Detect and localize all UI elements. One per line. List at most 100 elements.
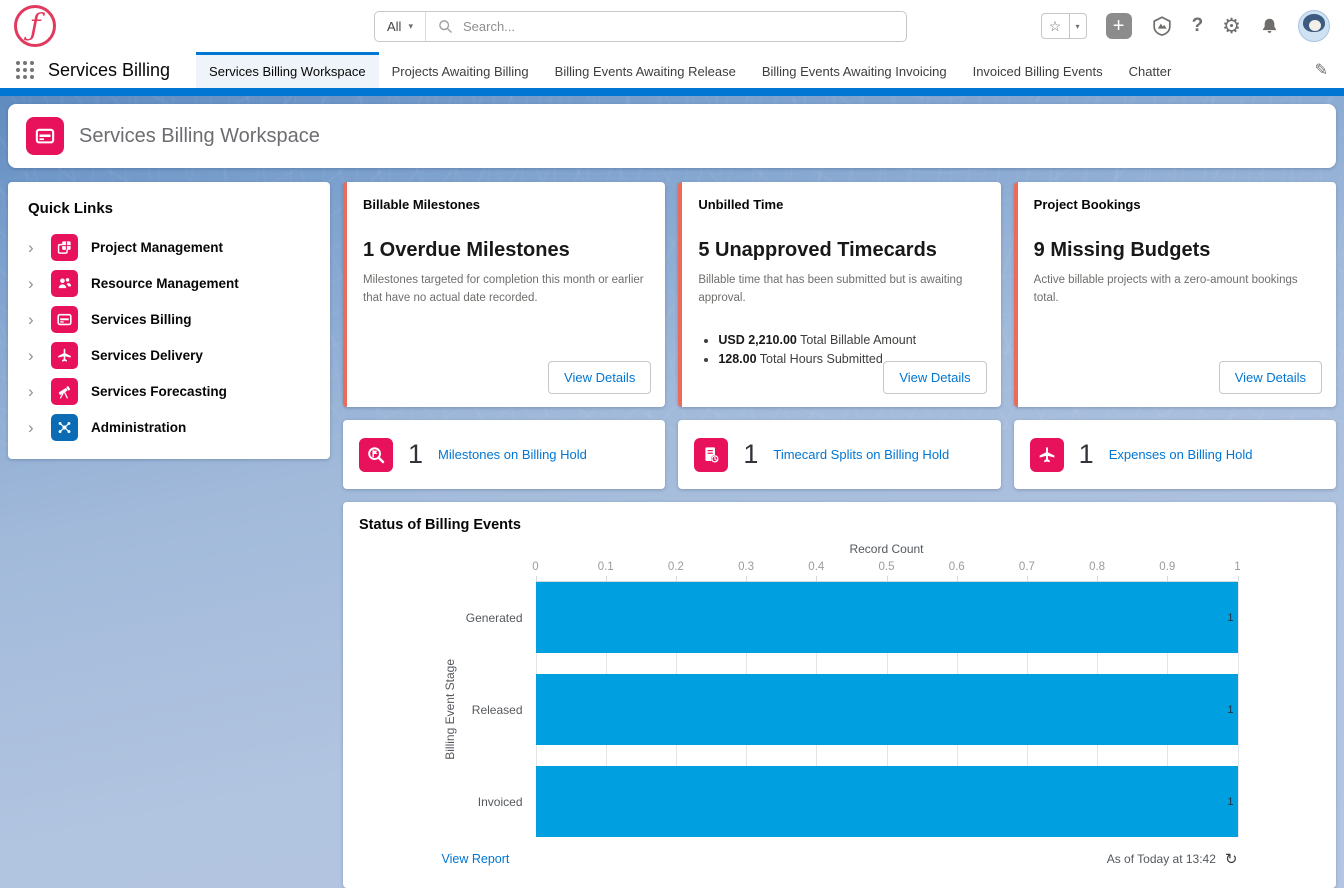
- nav-tabs: Services Billing Workspace Projects Awai…: [196, 52, 1184, 88]
- tab-invoiced-billing-events[interactable]: Invoiced Billing Events: [960, 52, 1116, 88]
- bar-released[interactable]: 1: [536, 674, 1238, 745]
- x-tick-mark: [816, 576, 817, 581]
- company-logo-icon: ƒ: [14, 5, 56, 47]
- chevron-right-icon[interactable]: ›: [28, 239, 38, 256]
- x-tick-label: 1: [1234, 561, 1240, 573]
- view-details-button[interactable]: View Details: [883, 361, 986, 394]
- quick-link-label: Services Billing: [91, 312, 192, 327]
- kpi-headline: 9 Missing Budgets: [1034, 239, 1320, 262]
- tab-billing-events-awaiting-release[interactable]: Billing Events Awaiting Release: [542, 52, 749, 88]
- help-icon[interactable]: ?: [1192, 15, 1204, 37]
- quick-link-services-billing[interactable]: › Services Billing: [28, 301, 310, 337]
- quick-link-label: Services Delivery: [91, 348, 203, 363]
- view-details-button[interactable]: View Details: [548, 361, 651, 394]
- global-header: ƒ All ▾ ☆ ▾ + ? ⚙: [0, 0, 1344, 52]
- x-tick-label: 0.7: [1019, 561, 1035, 573]
- page-header-banner: Services Billing Workspace: [8, 104, 1336, 168]
- bar-row: 1: [536, 582, 1238, 653]
- timecard-splits-on-billing-hold-link[interactable]: Timecard Splits on Billing Hold: [773, 447, 949, 462]
- gridline: [1238, 582, 1239, 837]
- chevron-right-icon[interactable]: ›: [28, 311, 38, 328]
- x-tick-label: 0.2: [668, 561, 684, 573]
- tab-billing-events-awaiting-invoicing[interactable]: Billing Events Awaiting Invoicing: [749, 52, 960, 88]
- notifications-bell-icon[interactable]: [1260, 17, 1279, 36]
- refresh-icon[interactable]: ↻: [1225, 850, 1238, 868]
- expenses-on-billing-hold-link[interactable]: Expenses on Billing Hold: [1109, 447, 1253, 462]
- quick-link-services-forecasting[interactable]: › Services Forecasting: [28, 373, 310, 409]
- search-scope-dropdown[interactable]: All ▾: [375, 12, 426, 41]
- view-report-link[interactable]: View Report: [442, 852, 510, 866]
- milestone-hold-icon: [359, 438, 393, 472]
- favorites-dropdown-icon[interactable]: ▾: [1069, 14, 1086, 38]
- chart-footer: View Report As of Today at 13:42 ↻: [442, 850, 1238, 868]
- bar-value-label: 1: [1227, 612, 1233, 624]
- quick-link-administration[interactable]: › Administration: [28, 409, 310, 445]
- quick-link-label: Services Forecasting: [91, 384, 227, 399]
- chevron-right-icon[interactable]: ›: [28, 383, 38, 400]
- kpi-card-unbilled-time: Unbilled Time 5 Unapproved Timecards Bil…: [678, 182, 1000, 407]
- guidance-icon[interactable]: [1151, 15, 1173, 37]
- x-tick-mark: [536, 576, 537, 581]
- x-tick-mark: [1238, 576, 1239, 581]
- bar-generated[interactable]: 1: [536, 582, 1238, 653]
- milestones-on-billing-hold-link[interactable]: Milestones on Billing Hold: [438, 447, 587, 462]
- kpi-header: Project Bookings: [1034, 197, 1320, 212]
- x-tick-label: 0.5: [879, 561, 895, 573]
- bar-row: 1: [536, 766, 1238, 837]
- edit-nav-pencil-icon[interactable]: ✎: [1315, 60, 1328, 80]
- app-launcher-icon[interactable]: [16, 61, 34, 79]
- hold-count: 1: [408, 439, 423, 470]
- x-tick-label: 0: [532, 561, 538, 573]
- chevron-right-icon[interactable]: ›: [28, 275, 38, 292]
- view-details-button[interactable]: View Details: [1219, 361, 1322, 394]
- services-billing-icon: [51, 306, 78, 333]
- quick-link-label: Project Management: [91, 240, 223, 255]
- project-management-icon: [51, 234, 78, 261]
- chevron-right-icon[interactable]: ›: [28, 347, 38, 364]
- billing-card-icon: [26, 117, 64, 155]
- search-input[interactable]: [463, 19, 894, 34]
- app-navigation-bar: Services Billing Services Billing Worksp…: [0, 52, 1344, 88]
- hold-count: 1: [1079, 439, 1094, 470]
- x-tick-mark: [746, 576, 747, 581]
- tab-services-billing-workspace[interactable]: Services Billing Workspace: [196, 52, 379, 88]
- bar-invoiced[interactable]: 1: [536, 766, 1238, 837]
- quick-link-resource-management[interactable]: › Resource Management: [28, 265, 310, 301]
- x-tick-label: 0.9: [1159, 561, 1175, 573]
- chart-plot: 1 1 1: [536, 582, 1238, 837]
- global-actions-icon[interactable]: +: [1106, 13, 1132, 39]
- kpi-header: Billable Milestones: [363, 197, 649, 212]
- user-avatar[interactable]: [1298, 10, 1330, 42]
- kpi-bullet: USD 2,210.00 Total Billable Amount: [718, 333, 984, 347]
- x-tick-mark: [1167, 576, 1168, 581]
- as-of-timestamp: As of Today at 13:42: [1107, 852, 1216, 866]
- category-label: Generated: [458, 582, 523, 653]
- timecard-hold-icon: [694, 438, 728, 472]
- x-tick-label: 0.3: [738, 561, 754, 573]
- x-axis-tick-labels: 00.10.20.30.40.50.60.70.80.91: [536, 561, 1238, 577]
- tab-projects-awaiting-billing[interactable]: Projects Awaiting Billing: [379, 52, 542, 88]
- quick-link-services-delivery[interactable]: › Services Delivery: [28, 337, 310, 373]
- x-tick-mark: [887, 576, 888, 581]
- chart-x-axis: Record Count 00.10.20.30.40.50.60.70.80.…: [536, 542, 1238, 582]
- expense-hold-icon: [1030, 438, 1064, 472]
- services-delivery-icon: [51, 342, 78, 369]
- kpi-description: Active billable projects with a zero-amo…: [1034, 271, 1320, 308]
- hold-count: 1: [743, 439, 758, 470]
- brand-strip: [0, 88, 1344, 96]
- kpi-header: Unbilled Time: [698, 197, 984, 212]
- favorites-star-icon[interactable]: ☆: [1042, 14, 1069, 38]
- y-axis-title: Billing Event Stage: [443, 659, 457, 760]
- setup-gear-icon[interactable]: ⚙: [1222, 14, 1241, 39]
- quick-link-project-management[interactable]: › Project Management: [28, 229, 310, 265]
- resource-management-icon: [51, 270, 78, 297]
- hold-card-milestones: 1 Milestones on Billing Hold: [343, 420, 665, 489]
- bar-value-label: 1: [1227, 704, 1233, 716]
- favorites-control: ☆ ▾: [1041, 13, 1087, 39]
- tab-chatter[interactable]: Chatter: [1116, 52, 1185, 88]
- quick-link-label: Administration: [91, 420, 186, 435]
- chevron-right-icon[interactable]: ›: [28, 419, 38, 436]
- chart-title: Status of Billing Events: [359, 517, 1320, 533]
- search-scope-label: All: [387, 19, 401, 34]
- hold-card-expenses: 1 Expenses on Billing Hold: [1014, 420, 1336, 489]
